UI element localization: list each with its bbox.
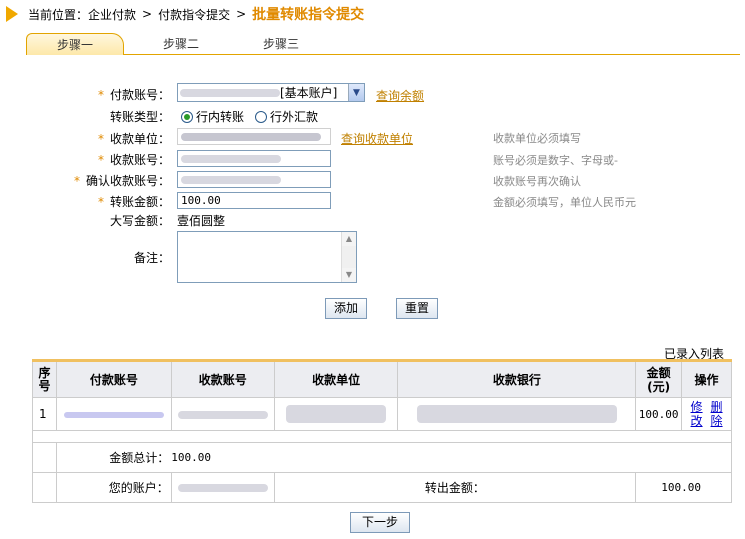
- textarea-scrollbar[interactable]: ▲ ▼: [341, 232, 356, 282]
- add-button[interactable]: 添加: [325, 298, 367, 319]
- scroll-down-icon[interactable]: ▼: [342, 268, 356, 282]
- account-empty-cell: [32, 472, 57, 503]
- masked-payee-unit: [181, 133, 321, 141]
- payee-unit-label-text: 收款单位：: [109, 132, 170, 146]
- remark-textarea[interactable]: ▲ ▼: [177, 231, 357, 283]
- col-payer-account: 付款账号: [55, 360, 172, 398]
- col-action: 操作: [681, 360, 732, 398]
- transfer-type-label: 转账类型：: [109, 110, 170, 124]
- edit-link[interactable]: 修改: [690, 400, 704, 428]
- col-amount: 金额(元): [635, 360, 683, 398]
- breadcrumb-prefix: 当前位置：: [28, 7, 89, 22]
- row-actions: 修改删除: [681, 397, 732, 431]
- masked-your-account: [177, 484, 268, 492]
- amount-field[interactable]: 100.00: [177, 192, 331, 209]
- tab-step-1[interactable]: 步骤一: [26, 33, 124, 55]
- col-payee-account: 收款账号: [170, 360, 275, 398]
- payer-account-value: [基本账户]: [178, 84, 348, 101]
- amount-words-label: 大写金额：: [109, 214, 170, 228]
- next-button[interactable]: 下一步: [350, 512, 410, 533]
- payer-account-label: * 付款账号：: [90, 86, 170, 103]
- payee-unit-label: * 收款单位：: [90, 130, 170, 147]
- spacer-cell: [32, 430, 732, 443]
- confirm-account-label: * 确认收款账号：: [66, 172, 170, 189]
- chevron-down-icon[interactable]: ▼: [348, 84, 364, 101]
- payer-account-label-text: 付款账号：: [109, 88, 170, 102]
- radio-interbank-label: 行外汇款: [270, 110, 319, 124]
- row-amount: 100.00: [635, 397, 683, 431]
- payee-account-field[interactable]: [177, 150, 331, 167]
- entry-table: 序号 付款账号 收款账号 收款单位 收款银行 金额(元) 操作 1 100.00…: [32, 359, 733, 503]
- out-amount-value: 100.00: [635, 472, 732, 503]
- table-spacer-row: [32, 430, 732, 443]
- delete-link[interactable]: 删除: [710, 400, 724, 428]
- required-mark: *: [97, 195, 104, 209]
- breadcrumb: 当前位置： 企业付款 > 付款指令提交 > 批量转账指令提交: [6, 4, 364, 24]
- confirm-account-label-text: 确认收款账号：: [85, 174, 170, 188]
- radio-intrabank[interactable]: 行内转账: [181, 108, 244, 125]
- breadcrumb-separator: >: [236, 7, 247, 21]
- table-header-row: 序号 付款账号 收款账号 收款单位 收款银行 金额(元) 操作: [32, 360, 732, 398]
- col-payee-bank: 收款银行: [397, 360, 637, 398]
- payee-account-label: * 收款账号：: [90, 151, 170, 168]
- query-balance-link[interactable]: 查询余额: [376, 87, 424, 104]
- scroll-up-icon[interactable]: ▲: [342, 232, 356, 246]
- amount-hint: 金额必须填写，单位人民币元: [493, 196, 636, 209]
- radio-unselected-icon[interactable]: [255, 110, 267, 123]
- required-mark: *: [97, 88, 104, 102]
- payer-account-select[interactable]: [基本账户] ▼: [177, 83, 365, 102]
- radio-selected-icon[interactable]: [181, 110, 193, 123]
- masked-payee-account: [181, 155, 281, 163]
- confirm-account-hint: 收款账号再次确认: [493, 175, 581, 188]
- out-amount-label: 转出金额：: [273, 472, 637, 503]
- confirm-account-field[interactable]: [177, 171, 331, 188]
- required-mark: *: [97, 132, 104, 146]
- total-row: 金额总计： 100.00: [32, 442, 733, 473]
- required-mark: *: [73, 174, 80, 188]
- your-account-label: 您的账户：: [55, 472, 172, 503]
- amount-words-value: 壹佰圆整: [177, 214, 226, 228]
- row-payee-unit: [273, 397, 399, 431]
- payee-unit-field[interactable]: [177, 128, 331, 145]
- required-mark: *: [97, 153, 104, 167]
- breadcrumb-separator: >: [142, 7, 153, 21]
- masked-payer-account-link[interactable]: [63, 411, 164, 418]
- page-title: 批量转账指令提交: [252, 7, 365, 23]
- breadcrumb-item-submit[interactable]: 付款指令提交: [158, 6, 230, 23]
- radio-interbank[interactable]: 行外汇款: [255, 108, 318, 125]
- payer-account-type: [基本账户]: [280, 86, 338, 100]
- breadcrumb-item-payment[interactable]: 企业付款: [88, 6, 136, 23]
- payee-account-label-text: 收款账号：: [109, 153, 170, 167]
- row-index: 1: [32, 397, 57, 431]
- amount-label-text: 转账金额：: [109, 195, 170, 209]
- your-account-row: 您的账户： 转出金额： 100.00: [32, 472, 732, 503]
- breadcrumb-arrow-icon: [6, 6, 18, 22]
- radio-intrabank-label: 行内转账: [196, 110, 245, 124]
- step-tabs: 步骤一 步骤二 步骤三: [26, 33, 740, 55]
- masked-payee-unit-cell: [286, 405, 387, 423]
- total-empty-cell: [32, 442, 57, 473]
- masked-payee-bank-cell: [416, 405, 617, 423]
- masked-payee-account-cell: [177, 410, 268, 419]
- row-payee-bank: [397, 397, 637, 431]
- your-account-value: [170, 472, 275, 503]
- col-payee-unit: 收款单位: [273, 360, 399, 398]
- masked-confirm-account: [181, 176, 281, 184]
- tab-step-3[interactable]: 步骤三: [236, 33, 326, 55]
- total-label: 金额总计：: [109, 451, 170, 465]
- payee-unit-hint: 收款单位必须填写: [493, 132, 581, 145]
- reset-button[interactable]: 重置: [396, 298, 438, 319]
- total-value: 100.00: [171, 442, 733, 473]
- row-payer-account: [55, 397, 172, 431]
- tab-step-2[interactable]: 步骤二: [136, 33, 226, 55]
- amount-label: * 转账金额：: [90, 193, 170, 210]
- col-index: 序号: [32, 360, 57, 398]
- payee-account-hint: 账号必须是数字、字母或-: [493, 154, 618, 167]
- table-row: 1 100.00 修改删除: [32, 397, 732, 431]
- masked-account: [180, 88, 280, 97]
- remark-label: 备注：: [133, 251, 170, 265]
- row-payee-account: [170, 397, 275, 431]
- query-payee-unit-link[interactable]: 查询收款单位: [341, 130, 413, 147]
